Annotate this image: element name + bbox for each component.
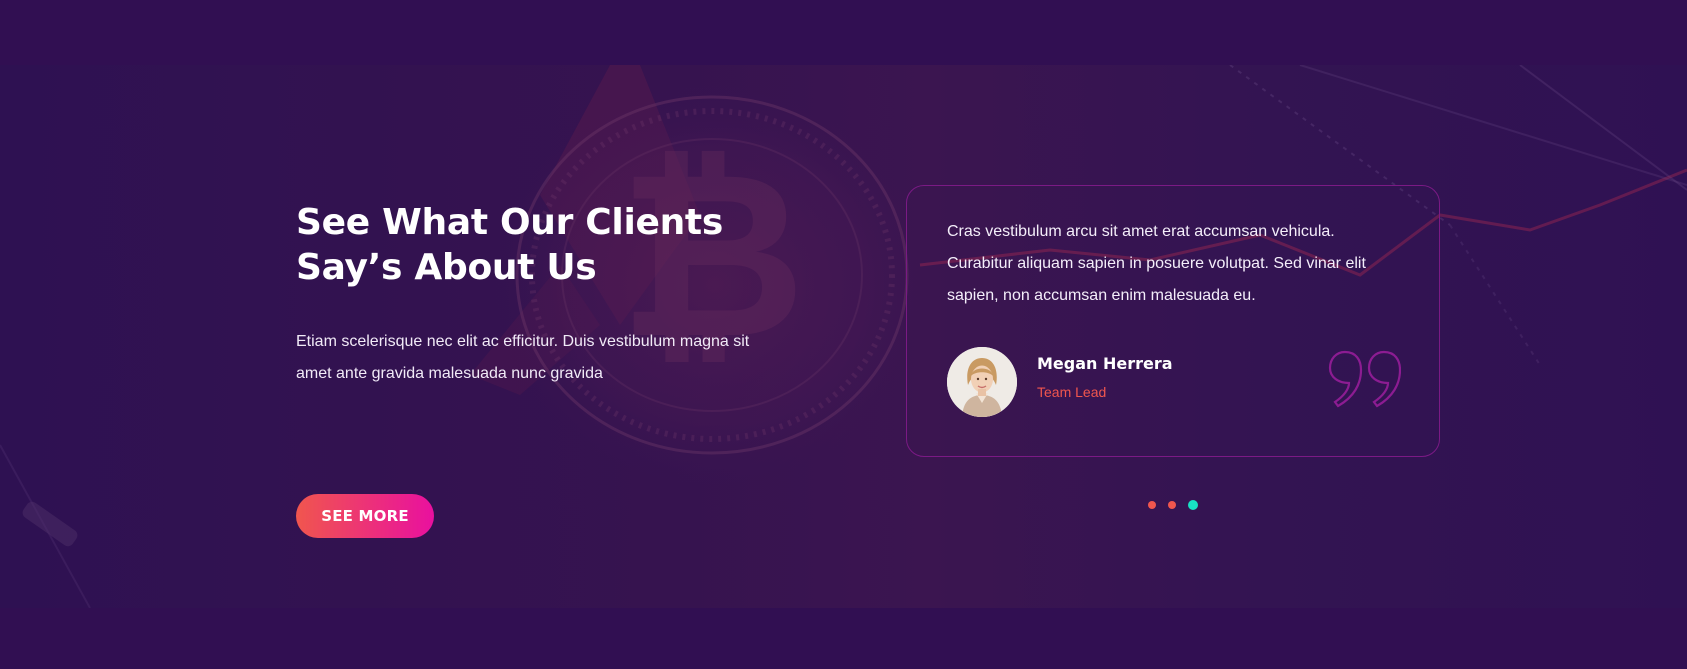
- author-info: Megan Herrera Team Lead: [1037, 354, 1173, 401]
- testimonial-quote-line3: sapien, non accumsan enim malesuada eu.: [947, 287, 1256, 304]
- section-description-line2: amet ante gravida malesuada nunc gravida: [296, 365, 603, 382]
- testimonial-quote: Cras vestibulum arcu sit amet erat accum…: [947, 216, 1366, 312]
- testimonial-quote-line1: Cras vestibulum arcu sit amet erat accum…: [947, 223, 1335, 240]
- author-avatar: [947, 347, 1017, 417]
- slider-dot-1[interactable]: [1148, 500, 1156, 509]
- testimonial-quote-line2: Curabitur aliquam sapien in posuere volu…: [947, 255, 1366, 272]
- section-description: Etiam scelerisque nec elit ac efficitur.…: [296, 326, 796, 390]
- slider-dot-3-active[interactable]: [1188, 499, 1198, 510]
- testimonial-card: Cras vestibulum arcu sit amet erat accum…: [906, 185, 1440, 457]
- section-title-line2: Say’s About Us: [296, 247, 597, 288]
- author-name: Megan Herrera: [1037, 354, 1173, 373]
- slider-dot-2[interactable]: [1168, 500, 1176, 509]
- see-more-button[interactable]: SEE MORE: [296, 494, 434, 538]
- testimonials-intro: See What Our Clients Say’s About Us Etia…: [296, 200, 796, 538]
- author-role: Team Lead: [1037, 384, 1107, 400]
- section-title: See What Our Clients Say’s About Us: [296, 200, 796, 290]
- closing-quote-icon: [1328, 350, 1401, 408]
- section-title-line1: See What Our Clients: [296, 202, 723, 243]
- section-description-line1: Etiam scelerisque nec elit ac efficitur.…: [296, 333, 750, 350]
- slider-pagination: [1148, 494, 1210, 510]
- testimonials-section: ₿ See What Our Clients Say’s About Us Et…: [0, 65, 1687, 608]
